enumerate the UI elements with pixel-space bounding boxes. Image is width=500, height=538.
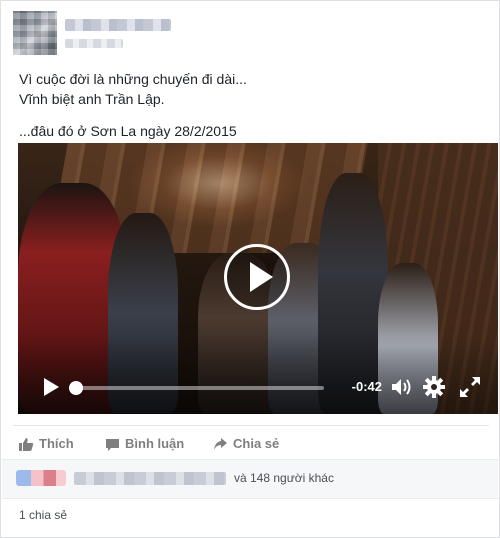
post-line-2: Vĩnh biệt anh Trần Lập. — [19, 91, 165, 107]
volume-icon[interactable] — [390, 376, 414, 398]
post-card: Vì cuộc đời là những chuyến đi dài... Vĩ… — [0, 0, 500, 538]
reactions-others-link[interactable]: và 148 người khác — [234, 471, 334, 485]
post-line-3: ...đâu đó ở Sơn La ngày 28/2/2015 — [19, 123, 237, 139]
seek-handle[interactable] — [69, 381, 83, 395]
comment-icon — [106, 439, 119, 451]
comment-label: Bình luận — [125, 436, 185, 451]
share-arrow-icon — [214, 438, 227, 450]
seek-bar[interactable] — [69, 381, 324, 395]
play-icon[interactable] — [40, 376, 62, 398]
like-button[interactable]: Thích — [19, 434, 89, 454]
play-circle-icon[interactable] — [224, 244, 290, 310]
post-actions: Thích Bình luận Chia sẻ — [13, 425, 489, 460]
post-text: Vì cuộc đời là những chuyến đi dài... Vĩ… — [19, 69, 479, 141]
avatar[interactable] — [13, 11, 57, 55]
reactions-bar: và 148 người khác — [2, 459, 498, 499]
shares-count[interactable]: 1 chia sẻ — [19, 508, 67, 522]
like-label: Thích — [39, 436, 74, 451]
post-line-1: Vì cuộc đời là những chuyến đi dài... — [19, 71, 247, 87]
controls-shade — [18, 334, 498, 414]
video-player[interactable]: -0:42 — [18, 143, 498, 414]
reaction-names-blurred[interactable] — [74, 472, 226, 485]
fullscreen-icon[interactable] — [459, 376, 481, 398]
comment-button[interactable]: Bình luận — [105, 434, 205, 454]
time-remaining: -0:42 — [351, 379, 382, 394]
share-button[interactable]: Chia sẻ — [213, 434, 303, 454]
gear-icon[interactable] — [423, 376, 445, 398]
post-meta-blurred — [65, 39, 123, 48]
author-name-blurred[interactable] — [65, 19, 171, 31]
thumbs-up-icon — [19, 438, 34, 451]
reaction-icons-blurred[interactable] — [16, 470, 66, 486]
share-label: Chia sẻ — [233, 436, 280, 451]
